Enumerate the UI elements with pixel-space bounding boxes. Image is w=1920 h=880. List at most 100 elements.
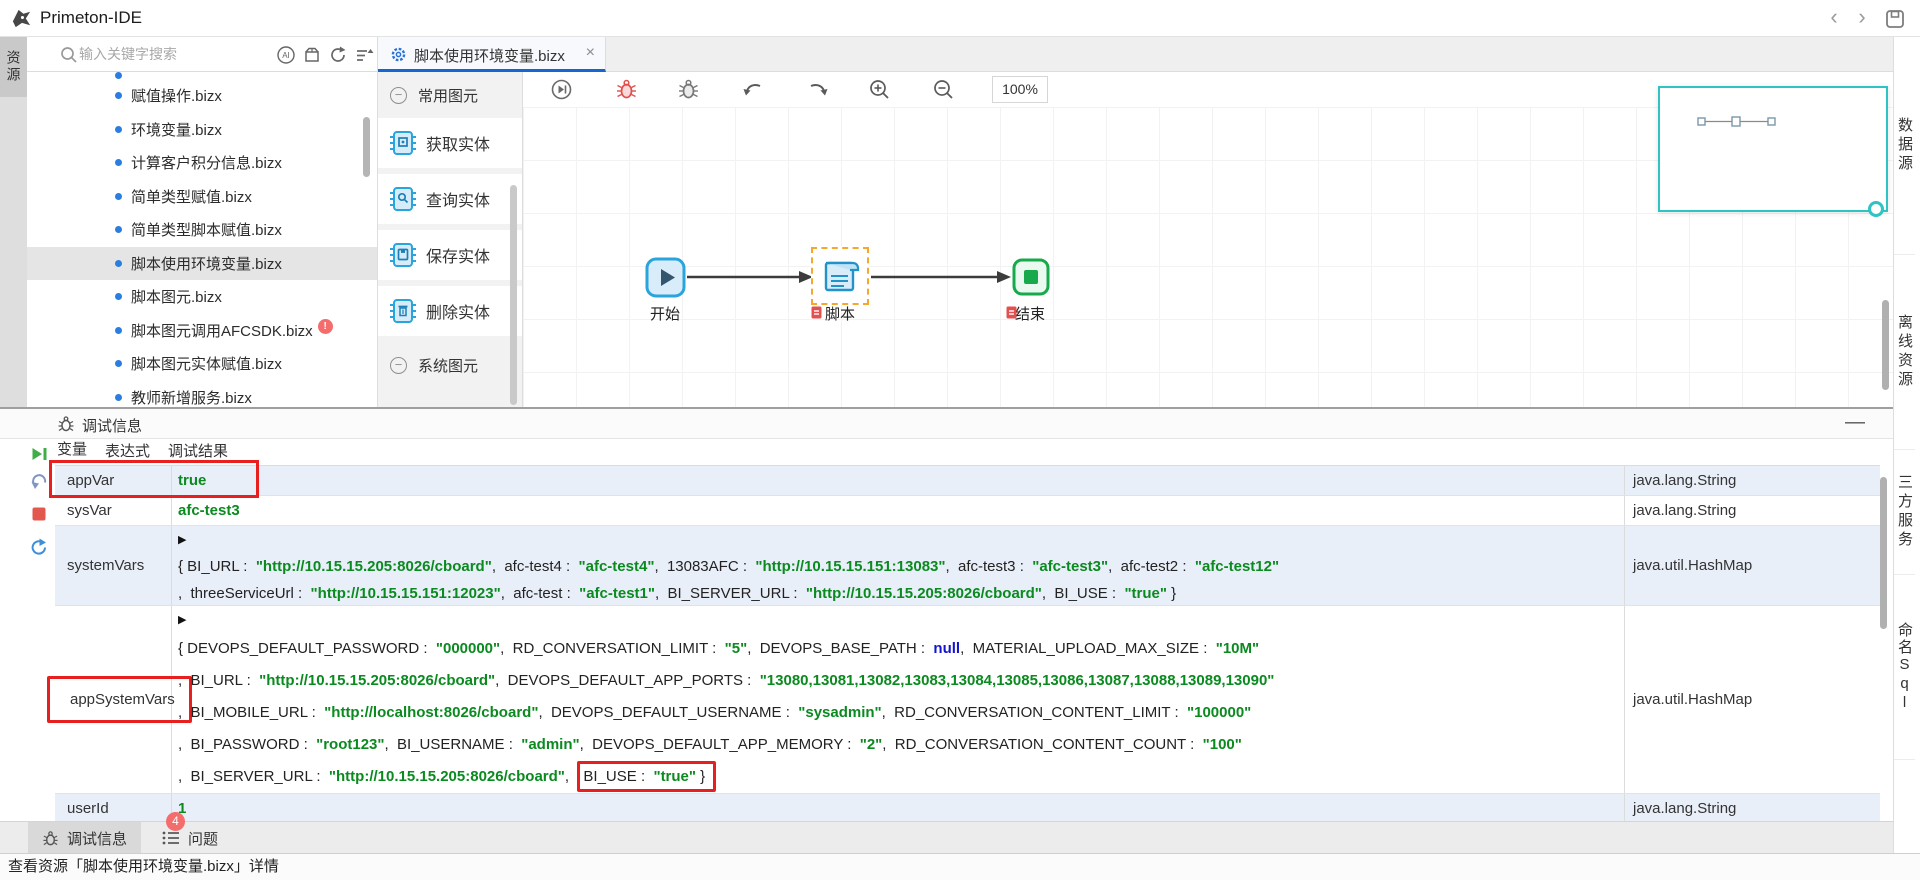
tree-item[interactable]: 计算客户积分信息.bizx bbox=[27, 146, 377, 180]
tree-item[interactable]: 简单类型赋值.bizx bbox=[27, 180, 377, 214]
bottom-tab-debug-info[interactable]: 调试信息 bbox=[28, 822, 141, 854]
end-node-change-marker-icon bbox=[1006, 306, 1017, 319]
minimap-overview[interactable] bbox=[1658, 86, 1888, 212]
chip-query-entity-icon bbox=[388, 184, 418, 214]
right-tab-third-party-service[interactable]: 三方服务 bbox=[1894, 450, 1915, 575]
status-bar: 查看资源「脚本使用环境变量.bizx」详情 bbox=[0, 853, 1920, 880]
tree-item[interactable]: 赋值操作.bizx bbox=[27, 79, 377, 113]
tab-close-icon[interactable]: × bbox=[586, 44, 595, 62]
tree-item[interactable]: 脚本图元调用AFCSDK.bizx! bbox=[27, 314, 377, 348]
palette-section-system[interactable]: − 系统图元 bbox=[378, 342, 522, 388]
tree-item[interactable]: 环境变量.bizx bbox=[27, 113, 377, 147]
palette-scrollbar[interactable] bbox=[510, 185, 517, 405]
problems-list-icon bbox=[162, 830, 180, 846]
var-type: java.util.HashMap bbox=[1625, 606, 1880, 793]
start-node[interactable] bbox=[645, 257, 686, 298]
tab-label: 脚本使用环境变量.bizx bbox=[414, 45, 565, 66]
minimap-resize-handle[interactable] bbox=[1868, 201, 1884, 217]
tree-scrollbar[interactable] bbox=[363, 117, 370, 177]
end-node[interactable] bbox=[1012, 258, 1050, 296]
tab-debug-result[interactable]: 调试结果 bbox=[166, 440, 230, 463]
minimize-panel-button[interactable]: — bbox=[1845, 411, 1865, 434]
refresh-icon[interactable] bbox=[328, 45, 348, 65]
right-tab-datasource[interactable]: 数据源 bbox=[1894, 37, 1915, 255]
step-over-icon[interactable] bbox=[30, 472, 48, 490]
collapse-icon[interactable]: − bbox=[390, 87, 407, 104]
app-title: Primeton-IDE bbox=[40, 8, 142, 28]
debug-panel: 调试信息 — 变量 表达式 调试结果 appVar true java.lang… bbox=[0, 407, 1893, 821]
debug-scrollbar[interactable] bbox=[1880, 477, 1887, 629]
tab-expressions[interactable]: 表达式 bbox=[103, 440, 152, 463]
bottom-tab-problems[interactable]: 问题 bbox=[148, 822, 232, 854]
nav-back-button[interactable]: ‹ bbox=[1822, 6, 1846, 30]
zoom-level-display[interactable]: 100% bbox=[992, 76, 1048, 103]
left-rail-tab-resources[interactable]: 资源 bbox=[0, 37, 27, 97]
var-type: java.lang.String bbox=[1625, 794, 1880, 823]
tab-variables[interactable]: 变量 bbox=[55, 438, 89, 463]
table-row-appsystemvars[interactable]: appSystemVars ▶{ DEVOPS_DEFAULT_PASSWORD… bbox=[55, 606, 1880, 794]
palette-item-query-entity[interactable]: 查询实体 bbox=[378, 174, 522, 224]
debug-panel-header: 调试信息 — bbox=[0, 409, 1893, 439]
tree-item[interactable]: 简单类型脚本赋值.bizx bbox=[27, 213, 377, 247]
tree-bullet-icon bbox=[115, 72, 122, 79]
table-row-userid[interactable]: userId 1 java.lang.String bbox=[55, 794, 1880, 824]
search-input[interactable] bbox=[79, 43, 259, 65]
var-name: systemVars bbox=[55, 526, 172, 605]
var-type: java.util.HashMap bbox=[1625, 526, 1880, 605]
ai-icon[interactable]: AI bbox=[276, 45, 296, 65]
resource-search-bar: AI bbox=[27, 37, 378, 72]
tree-bullet-icon bbox=[115, 394, 122, 401]
redo-icon[interactable] bbox=[806, 78, 829, 101]
var-type: java.lang.String bbox=[1625, 466, 1880, 495]
stop-icon[interactable] bbox=[30, 505, 48, 523]
table-row-systemvars[interactable]: systemVars ▶{ BI_URL : "http://10.15.15.… bbox=[55, 526, 1880, 606]
save-icon[interactable] bbox=[1884, 8, 1906, 30]
debug-tabs: 变量 表达式 调试结果 bbox=[55, 439, 230, 465]
undo-icon[interactable] bbox=[742, 78, 765, 101]
minimap-preview bbox=[1694, 110, 1814, 134]
right-tab-named-sql[interactable]: 命名Sql bbox=[1894, 575, 1915, 760]
tree-bullet-icon bbox=[115, 126, 122, 133]
right-tab-offline-resource[interactable]: 离线资源 bbox=[1894, 255, 1915, 450]
script-node[interactable] bbox=[818, 254, 862, 298]
canvas-scrollbar[interactable] bbox=[1882, 300, 1889, 390]
tree-item-selected[interactable]: 脚本使用环境变量.bizx bbox=[27, 247, 377, 281]
var-value: 1 bbox=[172, 794, 1625, 823]
debug-settings-icon[interactable] bbox=[677, 78, 700, 101]
tree-item[interactable]: 教师新增服务.bizx bbox=[27, 381, 377, 408]
zoom-out-icon[interactable] bbox=[932, 78, 955, 101]
table-row-appvar[interactable]: appVar true java.lang.String bbox=[55, 466, 1880, 496]
palette-item-save-entity[interactable]: 保存实体 bbox=[378, 230, 522, 280]
editor-tab-bar: 脚本使用环境变量.bizx × bbox=[378, 37, 1893, 72]
sort-list-icon[interactable] bbox=[354, 45, 374, 65]
run-step-icon[interactable] bbox=[550, 78, 573, 101]
palette-item-get-entity[interactable]: 获取实体 bbox=[378, 118, 522, 168]
shape-palette: − 常用图元 获取实体 查询实体 保存实体 删除实体 − 系统图元 bbox=[378, 72, 523, 407]
var-value[interactable]: ▶{ DEVOPS_DEFAULT_PASSWORD : "000000", R… bbox=[172, 606, 1625, 793]
variables-table: appVar true java.lang.String sysVar afc-… bbox=[55, 465, 1880, 824]
bottom-tab-bar: 调试信息 问题 4 bbox=[0, 821, 1893, 853]
var-name: appSystemVars bbox=[55, 606, 172, 793]
restart-icon[interactable] bbox=[30, 538, 48, 556]
tree-bullet-icon bbox=[115, 193, 122, 200]
debug-active-icon[interactable] bbox=[615, 78, 638, 101]
palette-section-common[interactable]: − 常用图元 bbox=[378, 72, 522, 118]
chip-delete-entity-icon bbox=[388, 296, 418, 326]
tree-bullet-icon bbox=[115, 226, 122, 233]
palette-item-delete-entity[interactable]: 删除实体 bbox=[378, 286, 522, 336]
tab-script-env-vars[interactable]: 脚本使用环境变量.bizx × bbox=[378, 37, 606, 72]
nav-forward-button[interactable]: › bbox=[1850, 6, 1874, 30]
tree-bullet-icon bbox=[115, 159, 122, 166]
var-value[interactable]: ▶{ BI_URL : "http://10.15.15.205:8026/cb… bbox=[172, 526, 1625, 605]
tree-item[interactable]: 脚本图元实体赋值.bizx bbox=[27, 347, 377, 381]
module-box-icon[interactable] bbox=[302, 45, 322, 65]
tree-bullet-icon bbox=[115, 92, 122, 99]
collapse-icon[interactable]: − bbox=[390, 357, 407, 374]
table-row-sysvar[interactable]: sysVar afc-test3 java.lang.String bbox=[55, 496, 1880, 526]
debug-panel-title: 调试信息 bbox=[82, 415, 142, 436]
resume-icon[interactable] bbox=[30, 445, 48, 463]
tree-item-partial[interactable] bbox=[27, 72, 377, 79]
tree-item[interactable]: 脚本图元.bizx bbox=[27, 280, 377, 314]
title-bar: Primeton-IDE ‹ › bbox=[0, 0, 1920, 37]
zoom-in-icon[interactable] bbox=[868, 78, 891, 101]
